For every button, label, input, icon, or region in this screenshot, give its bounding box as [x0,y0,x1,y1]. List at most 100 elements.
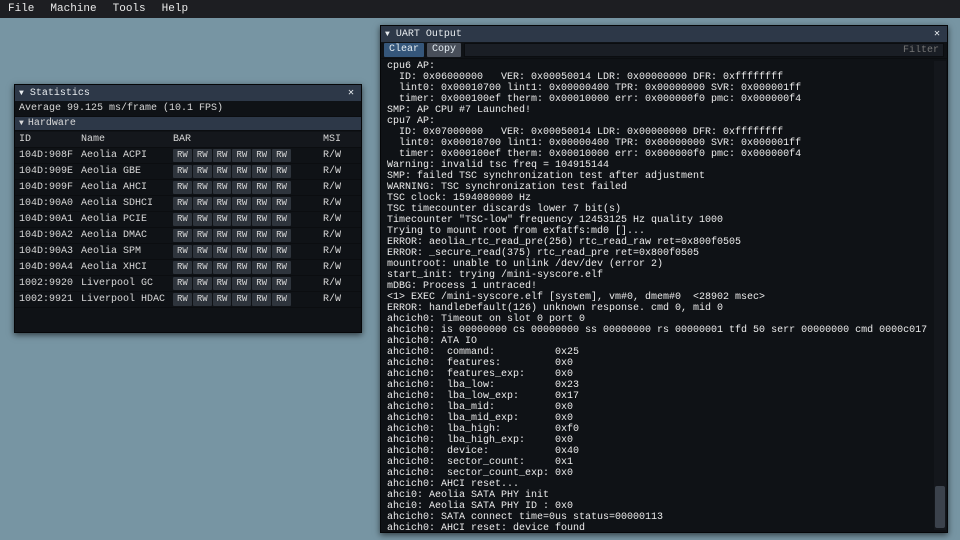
close-icon[interactable]: ✕ [931,28,943,40]
rw-chip[interactable]: RW [213,165,232,178]
rw-chip[interactable]: RW [213,213,232,226]
rw-chip[interactable]: RW [232,165,251,178]
rw-chip[interactable]: RW [213,293,232,306]
table-row: 104D:908FAeolia ACPIRWRWRWRWRWRWR/W [15,148,361,164]
rw-chip[interactable]: RW [193,293,212,306]
rw-chip[interactable]: RW [272,293,291,306]
filter-input[interactable] [464,43,944,57]
rw-chip[interactable]: RW [252,213,271,226]
rw-chip[interactable]: RW [173,229,192,242]
rw-chip[interactable]: RW [173,197,192,210]
rw-chip[interactable]: RW [173,245,192,258]
rw-chip[interactable]: RW [173,261,192,274]
clear-button[interactable]: Clear [384,43,424,57]
hardware-section-header[interactable]: Hardware [15,116,361,131]
rw-chip[interactable]: RW [232,149,251,162]
rw-chip[interactable]: RW [252,245,271,258]
rw-chip[interactable]: RW [272,213,291,226]
rw-chip[interactable]: RW [252,181,271,194]
rw-chip[interactable]: RW [193,261,212,274]
rw-chip[interactable]: RW [272,277,291,290]
rw-chip[interactable]: RW [193,229,212,242]
rw-chip[interactable]: RW [252,277,271,290]
hw-bar: RWRWRWRWRWRW [169,196,319,212]
rw-chip[interactable]: RW [193,165,212,178]
rw-chip[interactable]: RW [252,165,271,178]
rw-chip[interactable]: RW [272,245,291,258]
hw-msi: R/W [319,228,361,244]
hw-id: 104D:90A3 [15,244,77,260]
hw-bar: RWRWRWRWRWRW [169,292,319,308]
col-header-name: Name [77,132,169,148]
rw-chip[interactable]: RW [193,277,212,290]
rw-chip[interactable]: RW [213,245,232,258]
rw-chip[interactable]: RW [193,149,212,162]
col-header-msi: MSI [319,132,361,148]
rw-chip[interactable]: RW [232,277,251,290]
collapse-icon[interactable] [385,29,392,40]
hw-msi: R/W [319,260,361,276]
hw-id: 1002:9920 [15,276,77,292]
menu-machine[interactable]: Machine [46,2,100,16]
hw-name: Aeolia XHCI [77,260,169,276]
hw-bar: RWRWRWRWRWRW [169,212,319,228]
rw-chip[interactable]: RW [232,181,251,194]
rw-chip[interactable]: RW [272,181,291,194]
rw-chip[interactable]: RW [252,261,271,274]
rw-chip[interactable]: RW [173,165,192,178]
hw-msi: R/W [319,180,361,196]
statistics-titlebar[interactable]: Statistics ✕ [15,85,361,101]
rw-chip[interactable]: RW [232,213,251,226]
rw-chip[interactable]: RW [252,149,271,162]
copy-button[interactable]: Copy [427,43,461,57]
uart-scrollbar[interactable] [934,61,946,530]
rw-chip[interactable]: RW [252,229,271,242]
rw-chip[interactable]: RW [232,229,251,242]
rw-chip[interactable]: RW [272,165,291,178]
collapse-icon[interactable] [19,88,26,99]
rw-chip[interactable]: RW [173,293,192,306]
rw-chip[interactable]: RW [173,213,192,226]
hw-id: 104D:909E [15,164,77,180]
rw-chip[interactable]: RW [173,277,192,290]
rw-chip[interactable]: RW [272,261,291,274]
hw-name: Aeolia AHCI [77,180,169,196]
rw-chip[interactable]: RW [213,277,232,290]
rw-chip[interactable]: RW [232,245,251,258]
rw-chip[interactable]: RW [272,229,291,242]
table-row: 104D:90A0Aeolia SDHCIRWRWRWRWRWRWR/W [15,196,361,212]
rw-chip[interactable]: RW [213,261,232,274]
rw-chip[interactable]: RW [252,293,271,306]
rw-chip[interactable]: RW [232,293,251,306]
rw-chip[interactable]: RW [173,149,192,162]
hw-id: 104D:90A2 [15,228,77,244]
rw-chip[interactable]: RW [193,213,212,226]
rw-chip[interactable]: RW [213,181,232,194]
hw-msi: R/W [319,196,361,212]
rw-chip[interactable]: RW [252,197,271,210]
collapse-icon[interactable] [19,118,24,129]
rw-chip[interactable]: RW [232,197,251,210]
uart-window: UART Output ✕ Clear Copy cpu6 AP: ID: 0x… [380,25,948,533]
rw-chip[interactable]: RW [193,197,212,210]
hw-bar: RWRWRWRWRWRW [169,244,319,260]
rw-chip[interactable]: RW [213,229,232,242]
menu-help[interactable]: Help [158,2,192,16]
rw-chip[interactable]: RW [272,149,291,162]
rw-chip[interactable]: RW [213,197,232,210]
rw-chip[interactable]: RW [173,181,192,194]
rw-chip[interactable]: RW [193,181,212,194]
rw-chip[interactable]: RW [213,149,232,162]
uart-titlebar[interactable]: UART Output ✕ [381,26,947,42]
menu-tools[interactable]: Tools [109,2,150,16]
table-row: 104D:909FAeolia AHCIRWRWRWRWRWRWR/W [15,180,361,196]
menu-file[interactable]: File [4,2,38,16]
rw-chip[interactable]: RW [272,197,291,210]
close-icon[interactable]: ✕ [345,87,357,99]
uart-scrollbar-thumb[interactable] [935,486,945,528]
rw-chip[interactable]: RW [193,245,212,258]
table-row: 104D:90A2Aeolia DMACRWRWRWRWRWRWR/W [15,228,361,244]
rw-chip[interactable]: RW [232,261,251,274]
hw-name: Aeolia ACPI [77,148,169,164]
table-row: 1002:9921Liverpool HDACRWRWRWRWRWRWR/W [15,292,361,308]
